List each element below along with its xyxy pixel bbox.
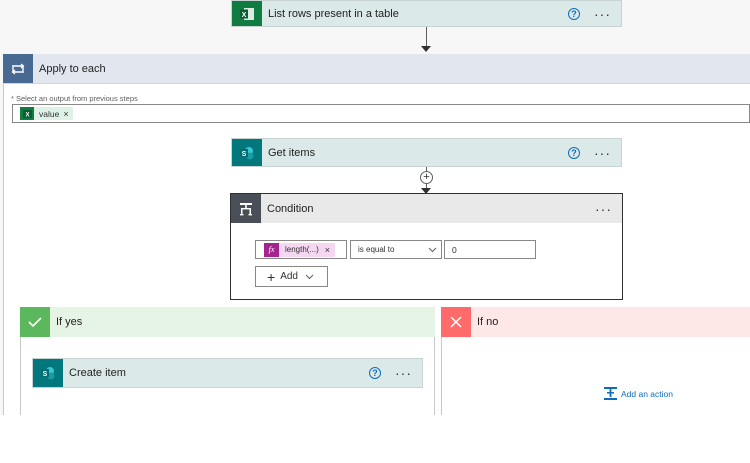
connector-arrow-icon	[421, 46, 431, 52]
fx-icon: fx	[264, 242, 279, 257]
help-icon[interactable]: ?	[369, 367, 381, 379]
get-items-title: Get items	[268, 146, 316, 159]
excel-icon: X	[232, 1, 262, 26]
add-action-icon	[604, 387, 617, 400]
help-icon[interactable]: ?	[568, 146, 580, 159]
create-item-card[interactable]: S Create item ? ···	[32, 358, 423, 388]
if-no-title: If no	[477, 316, 499, 328]
apply-to-each-title: Apply to each	[39, 62, 106, 75]
select-output-label: * Select an output from previous steps	[11, 94, 138, 103]
create-item-title: Create item	[69, 367, 126, 379]
svg-text:S: S	[43, 371, 48, 378]
condition-header[interactable]: Condition ···	[231, 194, 622, 223]
condition-icon	[231, 194, 261, 223]
add-action-label: Add an action	[621, 388, 673, 399]
connector-line	[426, 27, 427, 47]
value-token[interactable]: X value ×	[20, 107, 73, 120]
chevron-down-icon	[305, 274, 314, 279]
svg-text:X: X	[25, 112, 29, 118]
more-options-button[interactable]: ···	[595, 202, 612, 216]
condition-left-operand[interactable]: fx length(...) ×	[255, 240, 347, 259]
more-options-button[interactable]: ···	[594, 7, 611, 21]
more-options-button[interactable]: ···	[395, 366, 412, 380]
expression-token-label: length(...)	[285, 245, 319, 254]
if-no-header[interactable]: If no	[441, 307, 750, 337]
add-action-link[interactable]: Add an action	[604, 387, 673, 400]
add-label: Add	[280, 271, 298, 282]
if-yes-header[interactable]: If yes	[20, 307, 435, 337]
add-row-button[interactable]: + Add	[255, 266, 328, 287]
svg-text:X: X	[242, 12, 247, 19]
help-icon[interactable]: ?	[568, 7, 580, 20]
remove-token-icon[interactable]: ×	[63, 109, 68, 119]
list-rows-card[interactable]: X List rows present in a table ? ···	[231, 0, 622, 27]
get-items-card[interactable]: S Get items ? ···	[231, 138, 622, 167]
operator-dropdown[interactable]: is equal to	[350, 240, 442, 259]
condition-right-operand[interactable]: 0	[444, 240, 536, 259]
insert-step-button[interactable]: +	[420, 171, 433, 184]
plus-icon: +	[267, 268, 276, 285]
right-value: 0	[452, 244, 457, 255]
condition-title: Condition	[267, 202, 314, 215]
plus-icon: +	[423, 170, 430, 183]
loop-icon	[3, 54, 33, 83]
chevron-down-icon	[428, 247, 437, 252]
operator-value: is equal to	[358, 245, 395, 254]
excel-icon: X	[20, 107, 34, 120]
select-output-field[interactable]: X value ×	[12, 104, 750, 123]
list-rows-title: List rows present in a table	[268, 7, 399, 20]
expression-token[interactable]: fx length(...) ×	[264, 242, 336, 257]
value-token-label: value	[39, 108, 60, 119]
sharepoint-icon: S	[33, 359, 63, 387]
svg-text:S: S	[242, 151, 247, 158]
more-options-button[interactable]: ···	[594, 146, 611, 160]
check-icon	[20, 307, 50, 337]
apply-to-each-header[interactable]: Apply to each	[3, 54, 750, 84]
close-icon	[441, 307, 471, 337]
remove-token-icon[interactable]: ×	[325, 245, 330, 255]
if-yes-title: If yes	[56, 316, 83, 328]
sharepoint-icon: S	[232, 139, 262, 166]
